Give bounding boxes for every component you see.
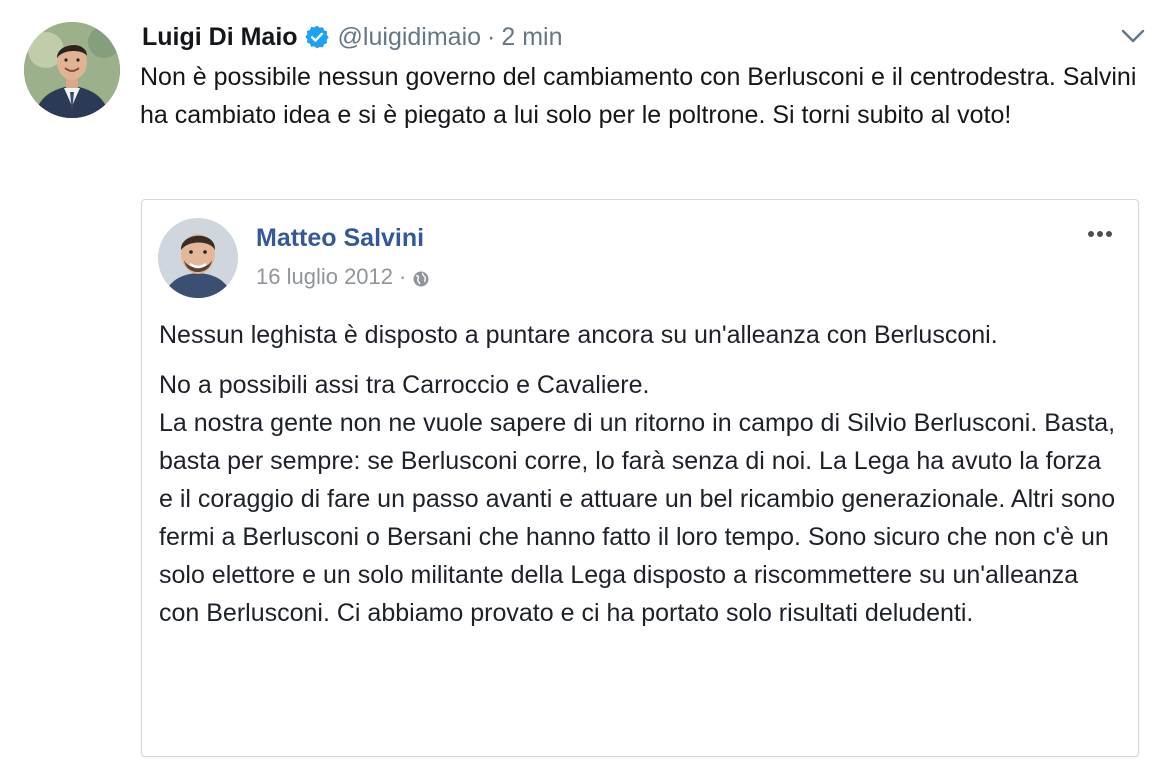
post-paragraph-2-rest: La nostra gente non ne vuole sapere di u… bbox=[159, 409, 1116, 627]
post-paragraph-1: Nessun leghista è disposto a puntare anc… bbox=[159, 321, 998, 349]
post-meta: 16 luglio 2012 · bbox=[256, 264, 430, 290]
tweet-text: Non è possibile nessun governo del cambi… bbox=[140, 63, 1137, 129]
post-body: Nessun leghista è disposto a puntare anc… bbox=[159, 316, 1119, 644]
post-paragraph-2-line-1: No a possibili assi tra Carroccio e Cava… bbox=[159, 371, 650, 399]
tweet: Luigi Di Maio @luigidimaio · 2 min Non è… bbox=[0, 0, 1176, 772]
embedded-facebook-post[interactable]: Matteo Salvini 16 luglio 2012 · Nessun l… bbox=[141, 199, 1139, 757]
meta-separator: · bbox=[399, 264, 407, 289]
globe-icon bbox=[412, 268, 430, 287]
header-separator: · bbox=[487, 22, 496, 51]
tweet-header: Luigi Di Maio @luigidimaio · 2 min bbox=[142, 20, 563, 54]
author-handle[interactable]: @luigidimaio bbox=[338, 23, 482, 52]
post-date[interactable]: 16 luglio 2012 bbox=[256, 264, 393, 290]
author-name[interactable]: Luigi Di Maio bbox=[142, 23, 298, 52]
post-author-name[interactable]: Matteo Salvini bbox=[256, 224, 424, 253]
tweet-timestamp[interactable]: 2 min bbox=[501, 23, 562, 52]
author-avatar[interactable] bbox=[24, 22, 120, 118]
more-options-icon[interactable] bbox=[1086, 226, 1114, 237]
chevron-down-icon[interactable] bbox=[1120, 26, 1146, 46]
verified-badge-icon bbox=[304, 24, 330, 50]
post-author-avatar[interactable] bbox=[158, 218, 238, 298]
post-paragraph-2: No a possibili assi tra Carroccio e Cava… bbox=[159, 366, 1119, 632]
